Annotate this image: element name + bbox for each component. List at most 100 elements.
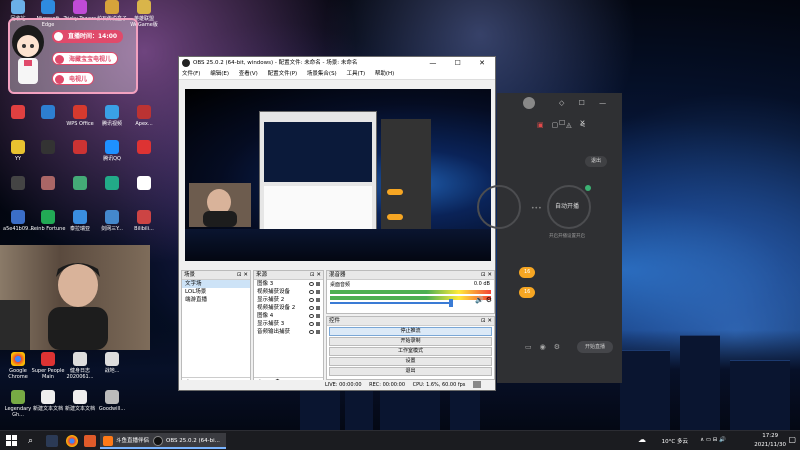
app-icon bbox=[11, 210, 25, 224]
visibility-eye-icon[interactable] bbox=[309, 330, 314, 334]
video-icon bbox=[105, 105, 119, 119]
desktop-icon[interactable] bbox=[126, 176, 162, 210]
visibility-eye-icon[interactable] bbox=[309, 290, 314, 294]
exit-button[interactable]: 退出 bbox=[585, 156, 607, 167]
source-item[interactable]: 音频输出捕获 bbox=[254, 328, 323, 336]
desktop-icon[interactable]: Bilibili... bbox=[126, 210, 162, 244]
chrome-icon[interactable] bbox=[66, 435, 78, 447]
desktop-icon[interactable] bbox=[62, 140, 98, 174]
dark-app-bottom-toolbar[interactable]: ▭◉⚙ bbox=[525, 343, 568, 351]
recycle-bin-icon bbox=[11, 0, 25, 14]
desktop-icon[interactable]: 健身日志 2020061... bbox=[62, 352, 98, 386]
name-pill: 海藏宝宝电视儿 bbox=[52, 52, 119, 65]
lock-icon[interactable] bbox=[316, 282, 320, 286]
app-icon[interactable] bbox=[84, 435, 96, 447]
visibility-eye-icon[interactable] bbox=[309, 314, 314, 318]
person-figure bbox=[48, 263, 108, 350]
mixer-gear-icon[interactable]: ⚙ bbox=[486, 296, 492, 304]
desktop-icon[interactable]: Goodwill... bbox=[94, 390, 130, 424]
desktop-icon[interactable]: Apex... bbox=[126, 105, 162, 139]
visibility-eye-icon[interactable] bbox=[309, 306, 314, 310]
scene-item[interactable]: 端游直播 bbox=[182, 296, 250, 304]
app-icon bbox=[105, 176, 119, 190]
scene-item[interactable]: LOL场景 bbox=[182, 288, 250, 296]
obs-preview[interactable] bbox=[185, 89, 491, 261]
clock[interactable]: 17:29 2021/11/30 bbox=[754, 432, 786, 450]
source-item[interactable]: 视频捕获设备 bbox=[254, 288, 323, 296]
scene-item[interactable]: 文字场 bbox=[182, 280, 250, 288]
lock-icon[interactable] bbox=[316, 290, 320, 294]
desktop-icon[interactable] bbox=[62, 176, 98, 210]
desktop-icon[interactable] bbox=[126, 140, 162, 174]
wps-icon bbox=[73, 105, 87, 119]
volume-slider[interactable] bbox=[330, 299, 453, 307]
desktop-icon[interactable] bbox=[30, 176, 66, 210]
avatar[interactable] bbox=[523, 97, 535, 109]
desktop-icon[interactable]: WPS Office bbox=[62, 105, 98, 139]
studio-mode-button[interactable]: 工作室模式 bbox=[329, 347, 492, 356]
desktop-icon[interactable]: Reinb Fortune bbox=[30, 210, 66, 244]
lock-icon[interactable] bbox=[316, 306, 320, 310]
menu-scene-collection[interactable]: 场景集合(S) bbox=[307, 71, 337, 77]
document-icon bbox=[73, 352, 87, 366]
controls-dock-title: 控件 ⊡ ✕ bbox=[327, 317, 494, 326]
bell-icon: ◬ bbox=[566, 121, 580, 129]
window-controls[interactable]: — ☐ ✕ bbox=[429, 57, 493, 69]
menu-profile[interactable]: 配置文件(P) bbox=[268, 71, 298, 77]
lock-icon[interactable] bbox=[316, 314, 320, 318]
desktop-icon[interactable]: 腾讯视频 bbox=[94, 105, 130, 139]
windows-start-icon[interactable] bbox=[6, 435, 18, 447]
source-item[interactable]: 图像 3 bbox=[254, 280, 323, 288]
lock-icon[interactable] bbox=[316, 298, 320, 302]
visibility-eye-icon[interactable] bbox=[309, 298, 314, 302]
tray-icons[interactable]: ∧ ▭ ⊟ 🔊 bbox=[700, 437, 726, 443]
menu-edit[interactable]: 编辑(E) bbox=[210, 71, 229, 77]
scenes-dock-title: 场景 ⊡ ✕ bbox=[182, 271, 250, 280]
yy-icon bbox=[11, 140, 25, 154]
notification-icon[interactable]: ▢ bbox=[788, 435, 796, 444]
desktop-icon[interactable]: 战地... bbox=[94, 352, 130, 386]
desktop-icon[interactable]: 剑网三Y... bbox=[94, 210, 130, 244]
desktop-icon[interactable] bbox=[30, 105, 66, 139]
settings-icon: ⚙ bbox=[553, 343, 569, 351]
gift-icon: ▣ bbox=[537, 121, 552, 129]
menu-file[interactable]: 文件(F) bbox=[182, 71, 200, 77]
source-item[interactable]: 图像 4 bbox=[254, 312, 323, 320]
obs-menubar: 文件(F) 编辑(E) 查看(V) 配置文件(P) 场景集合(S) 工具(T) … bbox=[179, 69, 495, 80]
desktop-icon[interactable]: 腾讯QQ bbox=[94, 140, 130, 174]
visibility-eye-icon[interactable] bbox=[309, 322, 314, 326]
source-item[interactable]: 显示捕获 2 bbox=[254, 296, 323, 304]
menu-view[interactable]: 查看(V) bbox=[239, 71, 258, 77]
desktop-icon[interactable]: 新建文本文档 bbox=[62, 390, 98, 424]
menu-tools[interactable]: 工具(T) bbox=[346, 71, 365, 77]
visibility-eye-icon[interactable] bbox=[309, 282, 314, 286]
desktop-icon[interactable]: 新建文本文档 bbox=[30, 390, 66, 424]
edge-icon bbox=[41, 0, 55, 14]
taskbar-item-douyu[interactable]: 斗鱼直播伴侣 bbox=[100, 433, 156, 449]
desktop-icon[interactable]: Super People Main bbox=[30, 352, 66, 386]
desktop-icon[interactable] bbox=[94, 176, 130, 210]
exit-button[interactable]: 退出 bbox=[329, 367, 492, 376]
lock-icon[interactable] bbox=[316, 322, 320, 326]
mode-circle-left[interactable] bbox=[477, 185, 521, 229]
steam-icon[interactable] bbox=[46, 435, 58, 447]
start-live-button[interactable]: 开始直播 bbox=[577, 341, 613, 353]
speaker-icon[interactable]: 🔊 bbox=[475, 296, 484, 304]
search-icon[interactable]: ⌕ bbox=[28, 435, 40, 447]
mixer-dock: 混音器 ⊡ ✕ 桌面音频 0.0 dB 🔊 ⚙ bbox=[326, 270, 495, 314]
dark-app-toolbar[interactable]: ▣▢◬⋖ bbox=[537, 121, 594, 129]
auto-start-circle[interactable]: 自动开播 bbox=[547, 185, 591, 229]
sub-pill: 电视儿 bbox=[52, 72, 95, 85]
menu-help[interactable]: 帮助(H) bbox=[375, 71, 394, 77]
desktop-icon[interactable] bbox=[30, 140, 66, 174]
source-item[interactable]: 显示捕获 3 bbox=[254, 320, 323, 328]
lock-icon[interactable] bbox=[316, 330, 320, 334]
toggle-pill[interactable]: 16 bbox=[519, 267, 536, 278]
settings-button[interactable]: 设置 bbox=[329, 357, 492, 366]
toggle-pill[interactable]: 16 bbox=[519, 287, 536, 298]
stop-streaming-button[interactable]: 停止推流 bbox=[329, 327, 492, 336]
taskbar-item-obs[interactable]: OBS 25.0.2 (64-bi... bbox=[150, 433, 226, 449]
source-item[interactable]: 视频捕获设备 2 bbox=[254, 304, 323, 312]
desktop-icon[interactable]: 泰拉瑞亚 bbox=[62, 210, 98, 244]
start-recording-button[interactable]: 开始录制 bbox=[329, 337, 492, 346]
